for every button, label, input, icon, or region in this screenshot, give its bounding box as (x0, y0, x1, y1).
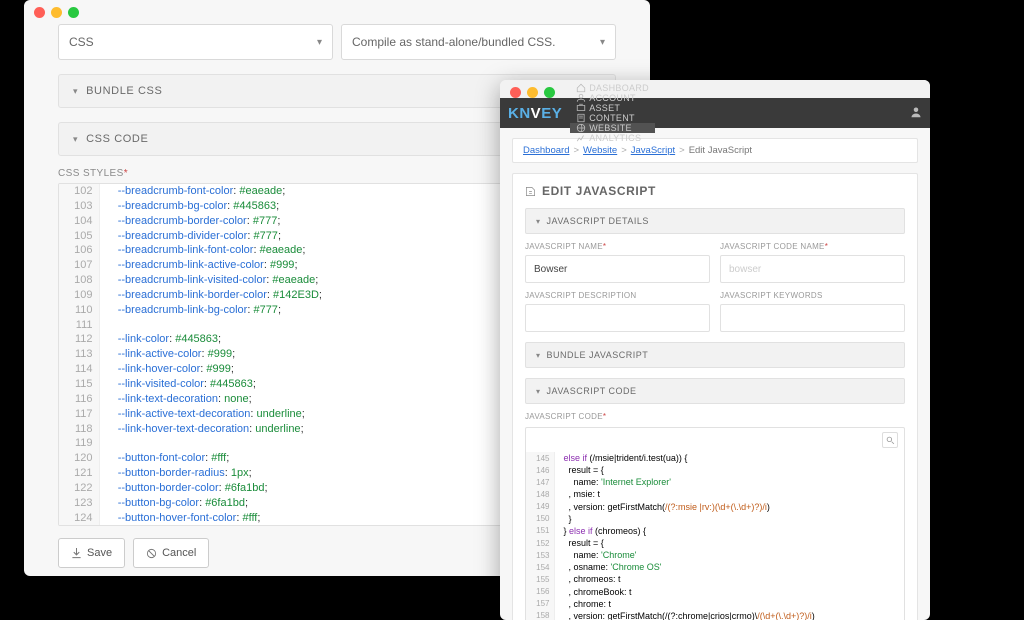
section-title: CSS CODE (86, 133, 148, 145)
button-label: Cancel (162, 547, 196, 559)
section-title: JAVASCRIPT DETAILS (547, 216, 649, 226)
js-name-label: JAVASCRIPT NAME* (525, 242, 710, 251)
top-nav: KNVEY DASHBOARDACCOUNTASSETCONTENTWEBSIT… (500, 98, 930, 128)
crumb-link[interactable]: Dashboard (523, 145, 569, 156)
nav-website[interactable]: WEBSITE (570, 123, 655, 133)
nav-content[interactable]: CONTENT (570, 113, 655, 123)
asset-icon (576, 103, 586, 113)
nav-asset[interactable]: ASSET (570, 103, 655, 113)
cancel-button[interactable]: Cancel (133, 538, 209, 568)
section-js-code[interactable]: ▾ JAVASCRIPT CODE (525, 378, 905, 404)
website-icon (576, 123, 586, 133)
maximize-icon[interactable] (68, 7, 79, 18)
nav-dashboard[interactable]: DASHBOARD (570, 83, 655, 93)
section-js-details[interactable]: ▾ JAVASCRIPT DETAILS (525, 208, 905, 234)
select-value: Compile as stand-alone/bundled CSS. (352, 35, 555, 49)
search-code-button[interactable] (882, 432, 898, 448)
minimize-icon[interactable] (51, 7, 62, 18)
close-icon[interactable] (510, 87, 521, 98)
save-button[interactable]: Save (58, 538, 125, 568)
minimize-icon[interactable] (527, 87, 538, 98)
chevron-down-icon: ▾ (317, 37, 322, 48)
section-title: BUNDLE JAVASCRIPT (547, 350, 649, 360)
edit-card: EDIT JAVASCRIPT ▾ JAVASCRIPT DETAILS JAV… (512, 173, 918, 620)
js-kw-input[interactable] (720, 304, 905, 332)
js-desc-input[interactable] (525, 304, 710, 332)
chevron-down-icon: ▾ (600, 37, 605, 48)
content-icon (576, 113, 586, 123)
section-title: JAVASCRIPT CODE (547, 386, 637, 396)
chevron-down-icon: ▾ (73, 134, 78, 145)
section-title: BUNDLE CSS (86, 85, 162, 97)
page-title: EDIT JAVASCRIPT (525, 184, 905, 198)
chevron-down-icon: ▾ (536, 217, 541, 226)
js-kw-label: JAVASCRIPT KEYWORDS (720, 291, 905, 300)
compile-mode-select[interactable]: Compile as stand-alone/bundled CSS. ▾ (341, 24, 616, 60)
chevron-down-icon: ▾ (536, 351, 541, 360)
cancel-icon (146, 548, 157, 559)
crumb-link[interactable]: JavaScript (631, 145, 675, 156)
close-icon[interactable] (34, 7, 45, 18)
chevron-down-icon: ▾ (73, 86, 78, 97)
edit-icon (525, 186, 536, 197)
button-label: Save (87, 547, 112, 559)
search-icon (886, 436, 895, 445)
chevron-down-icon: ▾ (536, 387, 541, 396)
analytics-icon (576, 133, 586, 143)
select-value: CSS (69, 35, 94, 49)
account-icon (576, 93, 586, 103)
nav-analytics[interactable]: ANALYTICS (570, 133, 655, 143)
maximize-icon[interactable] (544, 87, 555, 98)
nav-account[interactable]: ACCOUNT (570, 93, 655, 103)
crumb-current: Edit JavaScript (689, 145, 752, 156)
user-avatar-icon[interactable] (910, 106, 922, 120)
window-controls (24, 0, 650, 18)
dashboard-icon (576, 83, 586, 93)
logo: KNVEY (508, 105, 562, 122)
js-codename-label: JAVASCRIPT CODE NAME* (720, 242, 905, 251)
js-desc-label: JAVASCRIPT DESCRIPTION (525, 291, 710, 300)
section-bundle-js[interactable]: ▾ BUNDLE JAVASCRIPT (525, 342, 905, 368)
js-editor-window: KNVEY DASHBOARDACCOUNTASSETCONTENTWEBSIT… (500, 80, 930, 620)
window-controls (500, 80, 930, 98)
js-codename-input[interactable] (720, 255, 905, 283)
download-icon (71, 548, 82, 559)
js-name-input[interactable] (525, 255, 710, 283)
js-code-editor[interactable]: 145 else if (/msie|trident/i.test(ua)) {… (525, 427, 905, 620)
crumb-link[interactable]: Website (583, 145, 617, 156)
js-code-label: JAVASCRIPT CODE* (525, 412, 905, 421)
css-type-select[interactable]: CSS ▾ (58, 24, 333, 60)
